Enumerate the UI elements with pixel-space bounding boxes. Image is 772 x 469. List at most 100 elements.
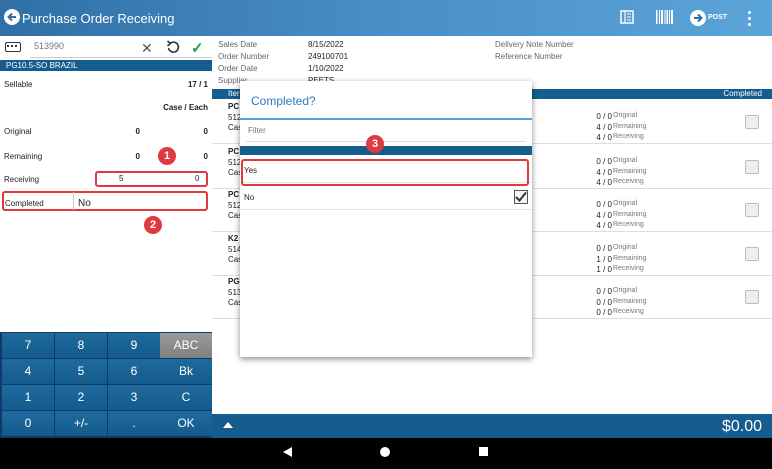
remaining-qty-label: Remaining [613,168,647,175]
original-case-value: 0 [135,127,140,136]
key-0[interactable]: 0 [2,411,54,436]
nav-back-icon[interactable] [283,447,292,457]
checkmark-icon [515,191,527,202]
nav-home-icon[interactable] [380,447,390,457]
order-total: $0.00 [721,418,762,435]
receiving-case-input[interactable]: 5 [119,174,123,183]
barcode-scan-button[interactable] [656,10,674,26]
dialog-title: Completed? [251,94,316,108]
option-no-checkbox[interactable] [514,190,528,204]
dialog-title-divider [240,118,532,120]
reference-number-label: Reference Number [495,52,563,61]
completed-select[interactable]: No [78,198,91,209]
completed-dialog: Completed? Yes No 3 [240,81,532,357]
caret-up-icon[interactable] [223,422,233,428]
item-name: PG [228,277,240,286]
remaining-qty-label: Remaining [613,298,647,305]
filter-input[interactable] [248,126,524,135]
key-4[interactable]: 4 [2,359,54,384]
completed-checkbox[interactable] [745,115,759,129]
key-5[interactable]: 5 [55,359,107,384]
completed-checkbox[interactable] [745,290,759,304]
search-input[interactable] [34,41,134,51]
original-qty: 0 / 0 [596,200,612,209]
receiving-qty: 4 / 0 [596,221,612,230]
receiving-qty-label: Receiving [613,265,644,272]
dialog-header-band [240,146,532,155]
option-no[interactable]: No [240,186,532,210]
key-decimal[interactable]: . [108,411,160,436]
callout-badge-2: 2 [144,216,162,234]
receiving-each-input[interactable]: 0 [195,174,199,183]
original-qty: 0 / 0 [596,244,612,253]
key-backspace[interactable]: Bk [160,359,212,384]
remaining-qty: 0 / 0 [596,298,612,307]
numeric-keypad: 7 8 9 ABC 4 5 6 Bk 1 2 3 C 0 +/- . OK [0,332,212,438]
order-date-label: Order Date [218,64,258,73]
key-ok[interactable]: OK [160,411,212,436]
barcode-icon [656,10,673,24]
key-plus-minus[interactable]: +/- [55,411,107,436]
unit-header: Case / Each [163,103,208,112]
sales-date-label: Sales Date [218,40,258,49]
key-1[interactable]: 1 [2,385,54,410]
key-abc[interactable]: ABC [160,333,212,358]
receiving-input-highlight[interactable]: 5 0 [95,171,208,187]
key-2[interactable]: 2 [55,385,107,410]
completed-checkbox[interactable] [745,247,759,261]
completed-label: Completed [5,199,44,208]
back-button[interactable] [4,9,20,25]
receiving-qty-label: Receiving [613,178,644,185]
sellable-value: 17 / 1 [187,80,208,89]
post-label[interactable]: POST [708,14,727,21]
item-detail-panel: ✕ ✓ PG10.5-SO BRAZIL Sellable 17 / 1 Cas… [0,36,212,332]
key-6[interactable]: 6 [108,359,160,384]
search-underline [30,57,212,58]
original-qty: 0 / 0 [596,112,612,121]
post-button[interactable] [690,10,706,26]
key-3[interactable]: 3 [108,385,160,410]
original-qty-label: Original [613,244,638,251]
key-7[interactable]: 7 [2,333,54,358]
key-clear[interactable]: C [160,385,212,410]
undo-icon[interactable] [166,40,180,56]
list-view-icon [620,10,634,24]
sales-date-value: 8/15/2022 [308,40,344,49]
list-view-button[interactable] [620,10,634,26]
completed-checkbox[interactable] [745,160,759,174]
callout-badge-1: 1 [158,147,176,165]
original-label: Original [4,127,32,136]
original-qty-label: Original [613,112,638,119]
original-qty: 0 / 0 [596,157,612,166]
completed-checkbox[interactable] [745,203,759,217]
key-9[interactable]: 9 [108,333,160,358]
confirm-check-icon[interactable]: ✓ [191,39,204,57]
remaining-each-value: 0 [203,152,208,161]
clear-icon[interactable]: ✕ [141,40,153,57]
system-nav-bar [0,438,772,469]
page-title: Purchase Order Receiving [22,11,175,26]
order-number-value: 249100701 [308,52,349,61]
more-options-icon[interactable] [748,10,752,26]
nav-recent-apps-icon[interactable] [479,447,488,456]
item-name: K2 [228,234,239,243]
remaining-qty-label: Remaining [613,211,647,218]
receiving-qty: 4 / 0 [596,133,612,142]
original-qty-label: Original [613,287,638,294]
remaining-qty: 1 / 0 [596,255,612,264]
remaining-label: Remaining [4,152,43,161]
callout-badge-3: 3 [366,135,384,153]
item-name: PC [228,102,240,111]
keyboard-icon[interactable] [5,42,21,52]
filter-underline [246,141,526,142]
completed-column-header: Completed [723,89,762,98]
receiving-label: Receiving [4,175,40,184]
receiving-qty: 1 / 0 [596,265,612,274]
product-title-bar: PG10.5-SO BRAZIL [0,60,212,71]
original-qty-label: Original [613,157,638,164]
item-column-header: Iter [228,89,240,98]
delivery-note-label: Delivery Note Number [495,40,574,49]
item-name: PC [228,147,240,156]
arrow-left-icon [7,12,16,22]
key-8[interactable]: 8 [55,333,107,358]
